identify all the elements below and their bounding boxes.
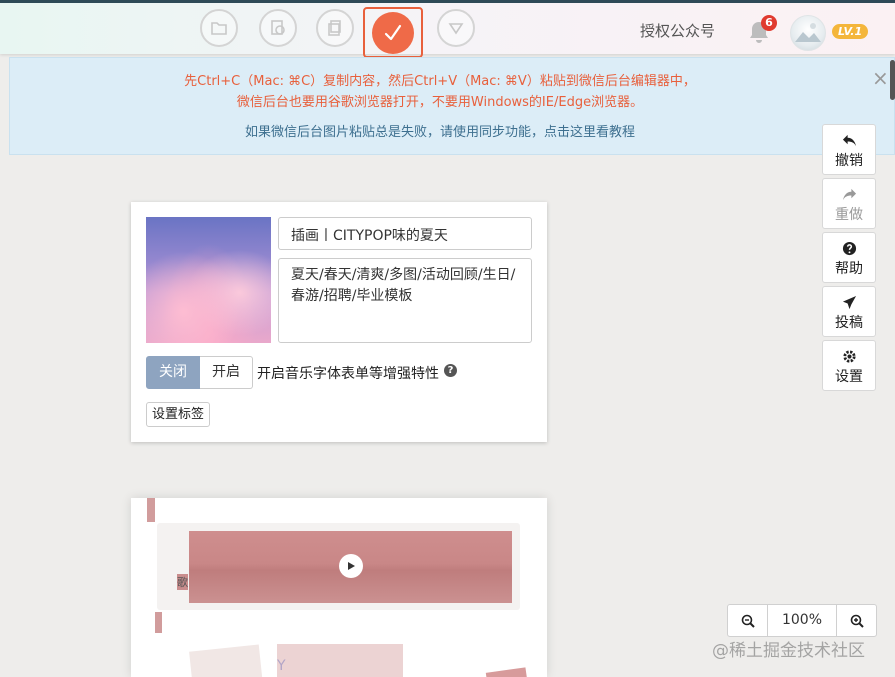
redo-button[interactable]: 重做 [822,178,876,229]
submit-label: 投稿 [835,315,863,331]
zoom-control: 100% [727,604,877,637]
notice-line-1: 先Ctrl+C（Mac: ⌘C）复制内容，然后Ctrl+V（Mac: ⌘V）粘贴… [184,74,696,89]
copy-icon [328,20,341,36]
check-button[interactable] [372,11,414,54]
top-toolbar: 授权公众号 6 LV.1 [0,0,895,58]
photo-placeholder [189,644,263,677]
avatar-image-icon [795,23,821,42]
check-button-highlight[interactable] [363,7,423,58]
redo-label: 重做 [835,207,863,223]
help-label: 帮助 [835,261,863,277]
level-badge: LV.1 [832,24,869,39]
folder-button[interactable] [200,9,238,47]
filter-icon [448,23,464,35]
play-icon [348,562,355,570]
avatar[interactable] [790,15,826,51]
tutorial-link[interactable]: 点击这里看教程 [544,125,635,140]
paste-notice: 先Ctrl+C（Mac: ⌘C）复制内容，然后Ctrl+V（Mac: ⌘V）粘贴… [9,57,895,155]
notice-line-3-text: 如果微信后台图片粘贴总是失败，请使用同步功能， [244,125,544,140]
check-icon [384,24,402,40]
filter-button[interactable] [437,9,475,47]
text-block: Y [277,644,403,677]
redo-icon [842,188,856,201]
article-meta-card: 插画丨CITYPOP味的夏天 夏天/春天/清爽/多图/活动回顾/生日/春游/招聘… [131,202,547,442]
title-input[interactable]: 插画丨CITYPOP味的夏天 [278,217,532,250]
folder-icon [211,22,227,35]
authorize-account-link[interactable]: 授权公众号 [640,20,715,41]
sync-button[interactable] [259,9,297,47]
video-block[interactable]: 歌 [157,523,520,610]
description-input[interactable]: 夏天/春天/清爽/多图/活动回顾/生日/春游/招聘/毕业模板 [278,258,532,343]
zoom-in-button[interactable] [837,605,876,636]
notification-badge: 6 [761,15,777,31]
zoom-in-icon [850,614,864,628]
settings-button[interactable]: 设置 [822,340,876,391]
accent-bar-small [155,612,162,633]
settings-label: 设置 [835,369,863,385]
photo-placeholder-corner [485,667,529,677]
enhance-toggle: 关闭 开启 [146,356,253,389]
paper-plane-icon [842,295,856,310]
notice-line-2: 微信后台也要用谷歌浏览器打开，不要用Windows的IE/Edge浏览器。 [236,95,644,110]
question-circle-icon [842,241,856,256]
toggle-on-button[interactable]: 开启 [200,356,253,389]
zoom-out-icon [741,614,755,628]
sync-icon [271,20,285,35]
undo-button[interactable]: 撤销 [822,124,876,175]
play-button[interactable] [339,554,363,578]
toggle-label: 开启音乐字体表单等增强特性 [257,366,439,382]
help-button[interactable]: 帮助 [822,232,876,283]
set-tags-button[interactable]: 设置标签 [146,402,211,427]
submit-button[interactable]: 投稿 [822,286,876,337]
cover-image[interactable] [146,217,271,343]
accent-bar [147,498,155,522]
close-icon[interactable]: × [872,66,889,90]
gear-icon [842,350,856,363]
undo-label: 撤销 [835,153,863,169]
zoom-out-button[interactable] [728,605,767,636]
toggle-off-button[interactable]: 关闭 [146,356,200,389]
notice-line-3: 如果微信后台图片粘贴总是失败，请使用同步功能，点击这里看教程 [10,121,870,140]
undo-icon [842,134,856,147]
scrollbar-thumb[interactable] [890,60,895,100]
video-thumbnail[interactable] [189,531,512,603]
content-preview: 歌 Y [131,498,547,677]
song-label: 歌 [177,574,188,590]
placeholder-char: Y [277,658,286,674]
copy-button[interactable] [316,9,354,47]
watermark: @稀土掘金技术社区 [712,641,865,661]
zoom-value: 100% [767,605,837,636]
question-icon[interactable]: ? [444,364,457,377]
